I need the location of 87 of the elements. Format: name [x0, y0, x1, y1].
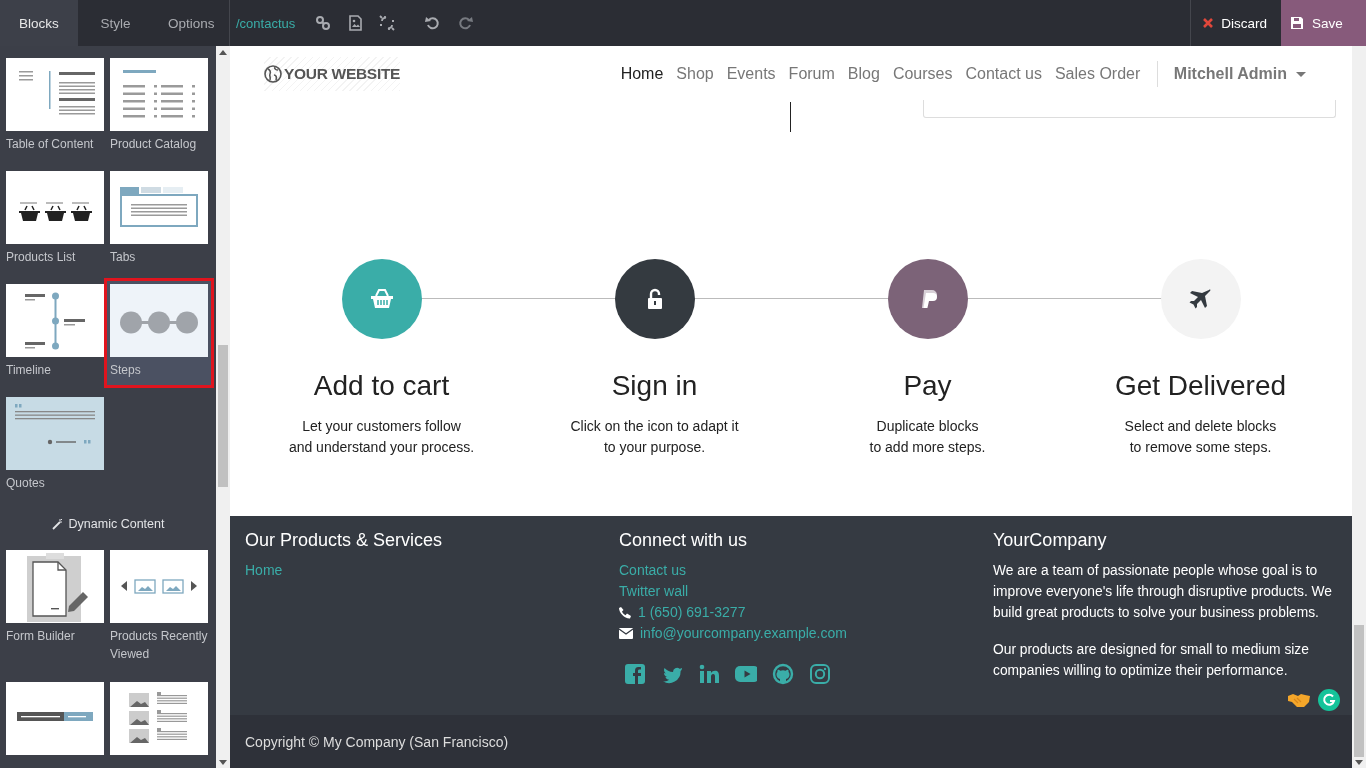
unlink-icon	[379, 15, 396, 31]
footer-link[interactable]: Home	[245, 560, 283, 581]
scrollbar[interactable]	[1352, 46, 1366, 768]
grammar-assistant-icon[interactable]	[1318, 689, 1340, 711]
step-title: Pay	[903, 369, 952, 403]
footer-heading: Our Products & Services	[245, 529, 443, 552]
nav-link[interactable]: Courses	[886, 65, 959, 83]
nav-link[interactable]: Forum	[782, 65, 842, 83]
instagram-icon	[809, 663, 831, 685]
caret-icon	[1296, 71, 1306, 77]
step-title: Add to cart	[313, 369, 450, 403]
panel-tab[interactable]: Options	[153, 0, 229, 46]
basket-icon	[369, 287, 394, 311]
text-cursor	[790, 102, 791, 132]
globe-icon	[264, 65, 282, 83]
scroll-thumb[interactable]	[1354, 625, 1364, 757]
step-description: Select and delete blocks to remove some steps.	[1124, 417, 1277, 457]
link-icon	[315, 15, 332, 31]
block-item[interactable]: Timeline	[0, 278, 104, 388]
footer-paragraph: We are a team of passionate people whose goal is to improve everyone's life through disruptive products. We build great products to solve your business problems.	[993, 562, 1334, 622]
redo-icon	[457, 15, 474, 31]
footer-heading: YourCompany	[993, 529, 1107, 552]
nav-link[interactable]: Shop	[669, 65, 721, 83]
step-description: Duplicate blocks to add more steps.	[869, 417, 986, 457]
airplane-icon	[1188, 287, 1213, 311]
block-label: Products List	[6, 249, 77, 266]
video-play-link[interactable]	[735, 663, 757, 685]
linkedin-link[interactable]	[698, 663, 720, 685]
video-play-icon	[735, 663, 757, 685]
panel-tab[interactable]: Style	[77, 0, 154, 46]
envelope-icon	[619, 628, 633, 639]
footer-link[interactable]: 1 (650) 691-3277	[638, 602, 746, 623]
linkedin-icon	[698, 663, 720, 685]
site-logo[interactable]: YOUR WEBSITE	[264, 57, 400, 91]
scroll-thumb[interactable]	[218, 345, 228, 487]
block-item[interactable]: Products Recently Viewed	[104, 544, 214, 673]
block-label: Tabs	[110, 249, 137, 266]
step-title: Sign in	[611, 369, 698, 403]
instagram-link[interactable]	[809, 663, 831, 685]
footer-link[interactable]: info@yourcompany.example.com	[640, 623, 847, 644]
block-item[interactable]: Product Catalog	[104, 52, 214, 162]
nav-link[interactable]: Sales Order	[1048, 65, 1147, 83]
nav-link[interactable]: Blog	[841, 65, 887, 83]
block-label: Quotes	[6, 475, 46, 492]
block-item[interactable]: Quotes	[0, 391, 104, 501]
step-description: Click on the icon to adapt it to your purpose.	[570, 417, 739, 457]
phone-icon	[619, 606, 631, 619]
scroll-down-icon	[219, 760, 227, 765]
block-label: Products Recently Viewed	[110, 628, 209, 663]
save-button[interactable]: Save	[1281, 0, 1366, 46]
magic-wand-icon	[51, 518, 63, 530]
nav-link[interactable]: Contact us	[958, 65, 1049, 83]
footer-link[interactable]: Contact us	[619, 560, 686, 581]
footer-link[interactable]: Twitter wall	[619, 581, 689, 602]
block-label: Form Builder	[6, 628, 76, 645]
user-menu[interactable]: Mitchell Admin	[1167, 65, 1312, 83]
footer-paragraph: Our products are designed for small to medium size companies willing to optimize their performance.	[993, 641, 1310, 680]
scroll-up-icon	[219, 50, 227, 55]
block-label: Product Catalog	[110, 136, 198, 153]
nav-link[interactable]: Home	[614, 65, 670, 83]
block-label: Table of Content	[6, 136, 95, 153]
block-item[interactable]: Steps	[104, 278, 214, 388]
close-icon	[1203, 18, 1214, 28]
block-item[interactable]: Tabs	[104, 165, 214, 275]
form-field[interactable]	[923, 100, 1336, 118]
block-item[interactable]: Table of Content	[0, 52, 104, 162]
page-path: /contactus	[235, 15, 297, 31]
footer-heading: Connect with us	[619, 529, 748, 552]
undo-icon	[425, 15, 442, 31]
scroll-down-icon	[1355, 760, 1363, 765]
facebook-icon	[624, 663, 646, 685]
step-title: Get Delivered	[1114, 369, 1287, 403]
block-item[interactable]: Products List	[0, 165, 104, 275]
nav-link[interactable]: Events	[720, 65, 783, 83]
panel-tab[interactable]: Blocks	[0, 0, 78, 46]
copyright-text: Copyright © My Company (San Francisco)	[245, 733, 509, 750]
github-link[interactable]	[772, 663, 794, 685]
handshake-icon[interactable]	[1288, 692, 1310, 708]
github-icon	[772, 663, 794, 685]
section-heading: Dynamic Content	[68, 517, 165, 531]
image-file-icon	[347, 15, 364, 31]
block-label: Steps	[110, 362, 142, 379]
block-item[interactable]: Form Builder	[0, 544, 104, 673]
block-label: Timeline	[6, 362, 52, 379]
step-description: Let your customers follow and understand your process.	[288, 417, 475, 457]
scrollbar[interactable]	[216, 46, 230, 768]
facebook-link[interactable]	[624, 663, 646, 685]
